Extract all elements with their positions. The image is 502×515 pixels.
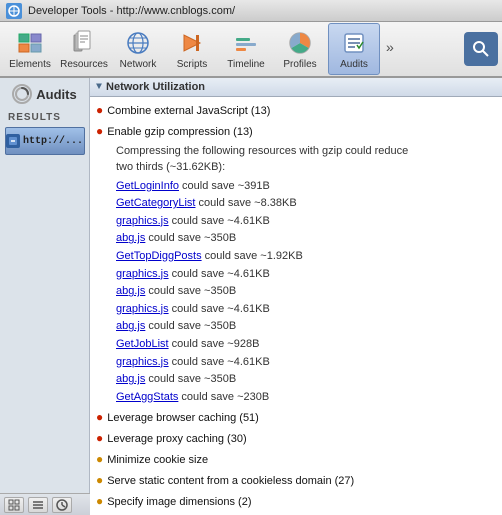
toolbar-profiles[interactable]: Profiles [274,23,326,75]
timeline-label: Timeline [227,59,264,70]
network-label: Network [120,59,157,70]
toolbar-timeline[interactable]: Timeline [220,23,272,75]
search-button[interactable] [464,32,498,66]
audit-item-4: ● Leverage proxy caching (30) [96,429,496,450]
audit-text-1: Combine external JavaScript (13) [107,103,270,120]
results-label: RESULTS [8,112,61,123]
sub-item-5: graphics.js could save ~4.61KB [116,266,496,284]
sub-item-4: GetTopDiggPosts could save ~1.92KB [116,248,496,266]
network-icon [124,29,152,57]
audits-title: Audits [36,87,76,102]
audit-text-4: Leverage proxy caching (30) [107,431,246,448]
audit-text-2: Enable gzip compression (13) [107,124,253,141]
elements-icon [16,29,44,57]
result-item[interactable]: http://... [5,127,85,155]
bottom-btn-1[interactable] [4,497,24,513]
profiles-icon [286,29,314,57]
sub-link-12[interactable]: GetAggStats [116,391,178,403]
elements-label: Elements [9,59,51,70]
audit-text-5: Minimize cookie size [107,452,208,469]
resources-icon [70,29,98,57]
sub-item-7: graphics.js could save ~4.61KB [116,301,496,319]
sub-link-5[interactable]: graphics.js [116,268,169,280]
sub-link-0[interactable]: GetLoginInfo [116,180,179,192]
gzip-sub-list: GetLoginInfo could save ~391B GetCategor… [96,178,496,409]
dot-yellow-7: ● [96,494,103,511]
audits-spinner [12,84,32,104]
scripts-icon [178,29,206,57]
devtools-icon [6,3,22,19]
bottom-btn-2[interactable] [28,497,48,513]
sub-link-2[interactable]: graphics.js [116,215,169,227]
audit-text-3: Leverage browser caching (51) [107,410,259,427]
main-area: Audits RESULTS http://... [0,78,502,515]
toolbar-scripts[interactable]: Scripts [166,23,218,75]
profiles-label: Profiles [283,59,316,70]
resources-label: Resources [60,59,108,70]
toolbar-more[interactable]: » [382,23,398,75]
sub-item-12: GetAggStats could save ~230B [116,389,496,407]
section-title-1: Network Utilization [106,81,205,93]
bottom-btn-3[interactable] [52,497,72,513]
audit-item-2: ● Enable gzip compression (13) [96,122,496,143]
dot-yellow-5: ● [96,452,103,469]
audit-text-6: Serve static content from a cookieless d… [107,473,354,490]
audits-icon [340,29,368,57]
scripts-label: Scripts [177,59,208,70]
dot-red-1: ● [96,103,103,120]
audits-label: Audits [340,59,368,70]
audit-item-6: ● Serve static content from a cookieless… [96,471,496,492]
left-panel: Audits RESULTS http://... [0,78,90,515]
sub-link-8[interactable]: abg.js [116,320,145,332]
audit-item-3: ● Leverage browser caching (51) [96,408,496,429]
sub-link-9[interactable]: GetJobList [116,338,169,350]
gzip-intro: Compressing the following resources with… [96,143,496,176]
audit-list-network: ● Combine external JavaScript (13) ● Ena… [90,97,502,515]
content-panel: ▼ Network Utilization ● Combine external… [90,78,502,515]
sub-link-11[interactable]: abg.js [116,373,145,385]
section-arrow-1: ▼ [96,82,102,93]
toolbar-audits[interactable]: Audits [328,23,380,75]
audit-item-7: ● Specify image dimensions (2) [96,492,496,513]
toolbar-resources[interactable]: Resources [58,23,110,75]
toolbar: Elements Resources Network [0,22,502,78]
section-network[interactable]: ▼ Network Utilization [90,78,502,97]
audit-text-7: Specify image dimensions (2) [107,494,251,511]
sub-item-3: abg.js could save ~350B [116,230,496,248]
sub-link-6[interactable]: abg.js [116,285,145,297]
sub-item-1: GetCategoryList could save ~8.38KB [116,195,496,213]
toolbar-elements[interactable]: Elements [4,23,56,75]
result-item-icon [6,134,20,148]
dot-yellow-6: ● [96,473,103,490]
audit-item-1: ● Combine external JavaScript (13) [96,101,496,122]
sub-item-11: abg.js could save ~350B [116,371,496,389]
title-bar: Developer Tools - http://www.cnblogs.com… [0,0,502,22]
sub-link-10[interactable]: graphics.js [116,356,169,368]
sub-item-6: abg.js could save ~350B [116,283,496,301]
audits-header: Audits [12,84,76,104]
sub-item-10: graphics.js could save ~4.61KB [116,354,496,372]
bottom-bar [0,493,90,515]
audit-item-5: ● Minimize cookie size [96,450,496,471]
dot-red-2: ● [96,124,103,141]
toolbar-network[interactable]: Network [112,23,164,75]
result-item-text: http://... [23,136,83,147]
sub-link-4[interactable]: GetTopDiggPosts [116,250,202,262]
sub-link-7[interactable]: graphics.js [116,303,169,315]
sub-item-9: GetJobList could save ~928B [116,336,496,354]
timeline-icon [232,29,260,57]
window-title: Developer Tools - http://www.cnblogs.com… [28,5,235,17]
sub-item-8: abg.js could save ~350B [116,318,496,336]
dot-red-4: ● [96,431,103,448]
sub-item-2: graphics.js could save ~4.61KB [116,213,496,231]
sub-item-0: GetLoginInfo could save ~391B [116,178,496,196]
sub-link-1[interactable]: GetCategoryList [116,197,195,209]
sub-link-3[interactable]: abg.js [116,232,145,244]
dot-red-3: ● [96,410,103,427]
